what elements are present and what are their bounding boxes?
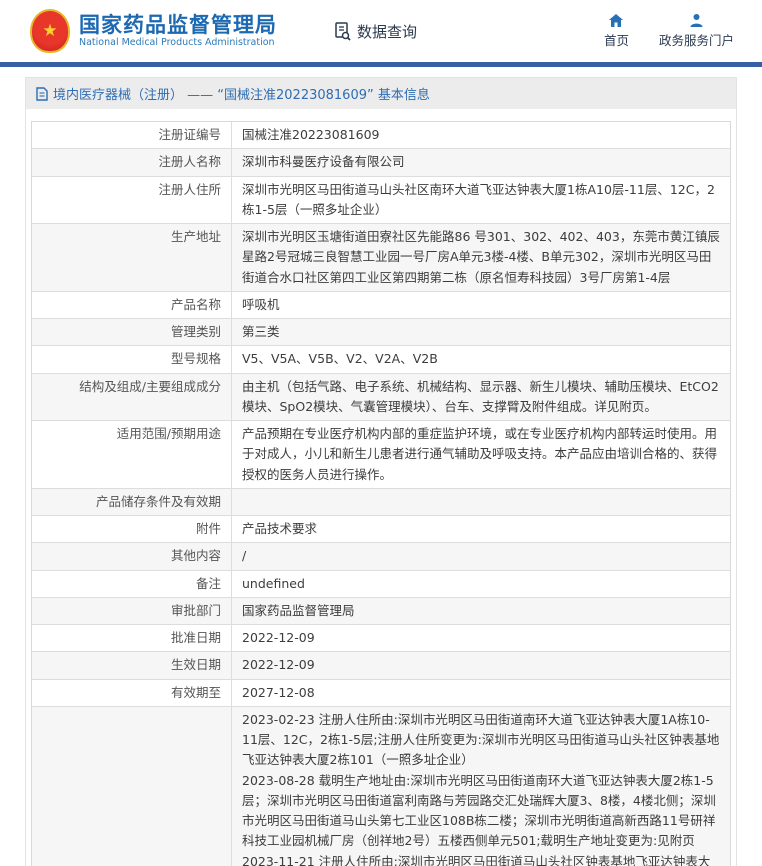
table-row-registrant-address: 注册人住所 深圳市光明区马田街道马山头社区南环大道飞亚达钟表大厦1栋A10层-1… (32, 177, 730, 225)
row-label: 产品储存条件及有效期 (32, 489, 232, 515)
row-value: 2022-12-09 (232, 625, 730, 651)
row-value: undefined (232, 571, 730, 597)
table-row-effective-date: 生效日期 2022-12-09 (32, 652, 730, 679)
table-row-other-content: 其他内容 / (32, 543, 730, 570)
table-row-remark: 备注 undefined (32, 571, 730, 598)
table-row-management-class: 管理类别 第三类 (32, 319, 730, 346)
row-label (32, 707, 232, 866)
row-label: 生效日期 (32, 652, 232, 678)
agency-name: 国家药品监督管理局 (79, 13, 277, 37)
row-label: 审批部门 (32, 598, 232, 624)
data-query-label: 数据查询 (357, 21, 417, 42)
row-label: 注册人名称 (32, 149, 232, 175)
national-emblem-icon: ★ (30, 9, 70, 53)
agency-name-en: National Medical Products Administration (79, 37, 277, 49)
content-container: 境内医疗器械（注册） —— “国械注准20223081609” 基本信息 注册证… (25, 77, 737, 866)
table-row-intended-use: 适用范围/预期用途 产品预期在专业医疗机构内部的重症监护环境，或在专业医疗机构内… (32, 421, 730, 489)
row-value: 产品预期在专业医疗机构内部的重症监护环境，或在专业医疗机构内部转运时使用。用于对… (232, 421, 730, 488)
row-label: 附件 (32, 516, 232, 542)
row-value: 深圳市光明区马田街道马山头社区南环大道飞亚达钟表大厦1栋A10层-11层、12C… (232, 177, 730, 224)
data-query-section-link[interactable]: 数据查询 (333, 21, 417, 42)
table-row-reg-number: 注册证编号 国械注准20223081609 (32, 122, 730, 149)
row-value: 国械注准20223081609 (232, 122, 730, 148)
breadcrumb: 境内医疗器械（注册） —— “国械注准20223081609” 基本信息 (26, 78, 736, 109)
row-value: 2023-02-23 注册人住所由:深圳市光明区马田街道南环大道飞亚达钟表大厦1… (232, 707, 730, 866)
page-icon (36, 87, 48, 101)
table-row-approval-dept: 审批部门 国家药品监督管理局 (32, 598, 730, 625)
nav-portal-link[interactable]: 政务服务门户 (659, 13, 734, 49)
row-label: 生产地址 (32, 224, 232, 291)
row-value: 国家药品监督管理局 (232, 598, 730, 624)
document-search-icon (333, 21, 353, 41)
user-icon (689, 13, 704, 28)
agency-logo-link[interactable]: ★ 国家药品监督管理局 National Medical Products Ad… (30, 9, 277, 53)
home-icon (608, 13, 624, 28)
table-row-approval-date: 批准日期 2022-12-09 (32, 625, 730, 652)
table-row-structure: 结构及组成/主要组成成分 由主机（包括气路、电子系统、机械结构、显示器、新生儿模… (32, 374, 730, 422)
row-label: 注册证编号 (32, 122, 232, 148)
nav-home-link[interactable]: 首页 (604, 13, 629, 49)
header-nav: 首页 政务服务门户 (604, 13, 734, 49)
table-row-product-name: 产品名称 呼吸机 (32, 292, 730, 319)
row-value: 2027-12-08 (232, 680, 730, 706)
table-row-attachment: 附件 产品技术要求 (32, 516, 730, 543)
table-row-registrant-name: 注册人名称 深圳市科曼医疗设备有限公司 (32, 149, 730, 176)
row-value: 第三类 (232, 319, 730, 345)
row-value: 由主机（包括气路、电子系统、机械结构、显示器、新生儿模块、辅助压模块、EtCO2… (232, 374, 730, 421)
row-value: 深圳市光明区玉塘街道田寮社区先能路86 号301、302、402、403，东莞市… (232, 224, 730, 291)
row-value: V5、V5A、V5B、V2、V2A、V2B (232, 346, 730, 372)
row-label: 管理类别 (32, 319, 232, 345)
row-label: 产品名称 (32, 292, 232, 318)
row-value: 呼吸机 (232, 292, 730, 318)
row-value: 深圳市科曼医疗设备有限公司 (232, 149, 730, 175)
site-header: ★ 国家药品监督管理局 National Medical Products Ad… (0, 0, 762, 62)
page-title: 境内医疗器械（注册） —— “国械注准20223081609” 基本信息 (53, 84, 430, 103)
agency-title-block: 国家药品监督管理局 National Medical Products Admi… (79, 13, 277, 49)
row-value: / (232, 543, 730, 569)
row-label: 适用范围/预期用途 (32, 421, 232, 488)
table-row-change-history: 2023-02-23 注册人住所由:深圳市光明区马田街道南环大道飞亚达钟表大厦1… (32, 707, 730, 866)
row-value: 产品技术要求 (232, 516, 730, 542)
row-label: 型号规格 (32, 346, 232, 372)
table-row-model-spec: 型号规格 V5、V5A、V5B、V2、V2A、V2B (32, 346, 730, 373)
registration-info-table: 注册证编号 国械注准20223081609 注册人名称 深圳市科曼医疗设备有限公… (31, 121, 731, 866)
row-label: 其他内容 (32, 543, 232, 569)
header-divider-bar (0, 62, 762, 67)
row-value (232, 489, 730, 515)
table-row-storage: 产品储存条件及有效期 (32, 489, 730, 516)
row-label: 注册人住所 (32, 177, 232, 224)
row-label: 有效期至 (32, 680, 232, 706)
nav-home-label: 首页 (604, 30, 629, 49)
row-value: 2022-12-09 (232, 652, 730, 678)
row-label: 结构及组成/主要组成成分 (32, 374, 232, 421)
row-label: 备注 (32, 571, 232, 597)
nav-portal-label: 政务服务门户 (659, 30, 734, 49)
row-label: 批准日期 (32, 625, 232, 651)
table-row-expiry-date: 有效期至 2027-12-08 (32, 680, 730, 707)
table-row-production-address: 生产地址 深圳市光明区玉塘街道田寮社区先能路86 号301、302、402、40… (32, 224, 730, 292)
